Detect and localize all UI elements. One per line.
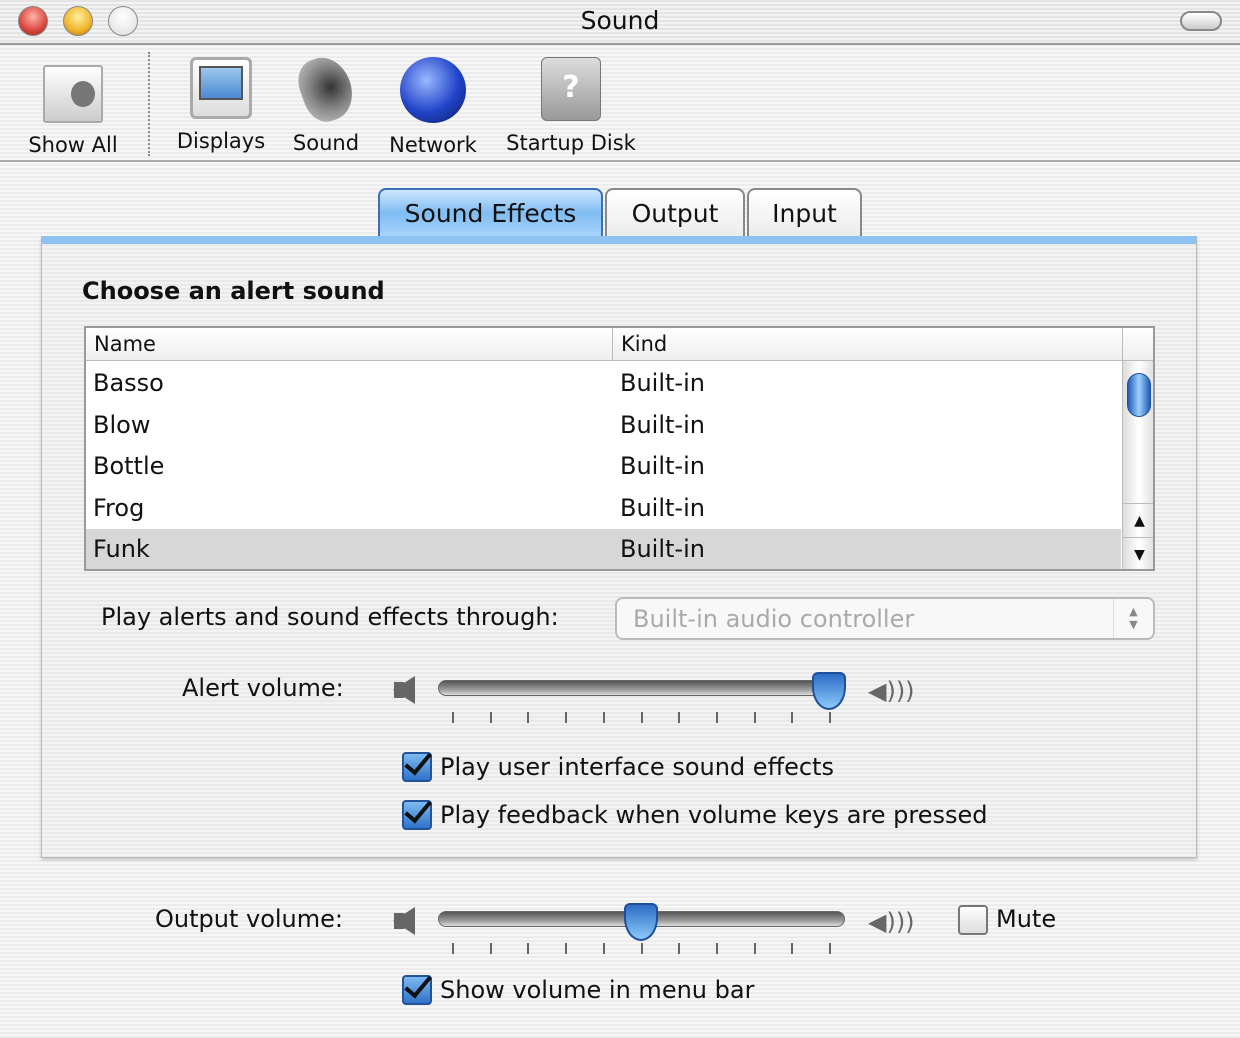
slider-tick (527, 712, 530, 723)
slider-tick (829, 712, 831, 723)
slider-thumb[interactable] (623, 903, 658, 941)
alert-volume-slider[interactable]: ◀))) (390, 664, 930, 726)
slider-tick (640, 712, 643, 723)
mute-checkbox[interactable] (958, 905, 988, 935)
toolbar-label: Sound (292, 131, 360, 155)
toolbar-toggle-button[interactable] (1180, 11, 1222, 31)
window-title: Sound (580, 6, 660, 35)
slider-thumb[interactable] (812, 672, 846, 710)
tab-sound-effects[interactable]: Sound Effects (378, 188, 603, 236)
toolbar-separator (148, 52, 150, 156)
apple-switch-icon (43, 65, 103, 123)
feedback-checkbox[interactable] (402, 800, 432, 830)
popup-arrows-icon: ▲ ▼ (1113, 599, 1153, 638)
slider-tick (565, 943, 568, 954)
sound-kind: Built-in (620, 452, 705, 480)
slider-tick (678, 712, 681, 723)
slider-tick (489, 943, 492, 954)
column-header-corner (1122, 328, 1153, 361)
slider-tick (565, 712, 568, 723)
ui-effects-label: Play user interface sound effects (440, 753, 834, 781)
speaker-icon (291, 50, 361, 128)
toolbar-startup-disk[interactable]: ? Startup Disk (498, 57, 644, 155)
sound-name: Bottle (93, 452, 165, 480)
output-volume-label: Output volume: (155, 905, 343, 933)
table-row-selected[interactable]: Funk Built-in (86, 529, 1121, 569)
toolbar-network[interactable]: Network (380, 57, 486, 157)
vertical-scrollbar[interactable]: ▲ ▼ (1122, 361, 1153, 569)
slider-tick (715, 712, 718, 723)
slider-track (438, 680, 845, 696)
slider-tick (602, 943, 605, 954)
slider-tick (489, 712, 492, 723)
slider-tick (791, 712, 794, 723)
toolbar-sound[interactable]: Sound (284, 50, 368, 155)
sound-name: Frog (93, 493, 145, 522)
show-volume-menu-label: Show volume in menu bar (440, 976, 755, 1004)
feedback-label: Play feedback when volume keys are press… (440, 801, 988, 829)
mute-label: Mute (996, 905, 1057, 933)
slider-tick (452, 943, 454, 954)
display-icon (190, 57, 252, 119)
sound-name: Basso (93, 369, 164, 397)
slider-tick (791, 943, 794, 954)
toolbar-label: Network (389, 133, 477, 157)
speaker-low-icon (394, 682, 404, 698)
alert-volume-label: Alert volume: (182, 674, 344, 702)
tab-input[interactable]: Input (747, 188, 862, 236)
slider-tick (753, 943, 756, 954)
slider-tick (753, 712, 756, 723)
slider-tick (678, 943, 681, 954)
sound-kind: Built-in (620, 493, 705, 522)
hard-disk-icon: ? (541, 57, 601, 121)
slider-tick (602, 712, 605, 723)
ui-effects-checkbox[interactable] (402, 752, 432, 782)
speaker-high-icon: ◀))) (868, 908, 915, 936)
sound-kind: Built-in (620, 410, 705, 439)
table-row[interactable]: Basso Built-in (86, 363, 1121, 405)
column-header-kind[interactable]: Kind (613, 328, 1122, 361)
toolbar-show-all[interactable]: Show All (20, 57, 126, 157)
toolbar-label: Show All (28, 133, 118, 157)
section-heading: Choose an alert sound (82, 277, 385, 305)
column-header-name[interactable]: Name (86, 328, 613, 361)
slider-tick (527, 943, 530, 954)
sound-name: Funk (93, 535, 150, 563)
table-row[interactable]: Blow Built-in (86, 405, 1121, 447)
globe-icon (400, 57, 466, 123)
play-through-popup[interactable]: Built-in audio controller ▲ ▼ (615, 597, 1155, 640)
scroll-up-arrow-icon[interactable]: ▲ (1123, 503, 1153, 537)
play-through-label: Play alerts and sound effects through: (101, 603, 559, 631)
table-row[interactable]: Frog Built-in (86, 488, 1121, 530)
alert-sound-table: Name Kind Basso Built-in Blow Built-in Bot… (84, 326, 1155, 571)
scroll-thumb[interactable] (1127, 373, 1151, 417)
slider-tick (640, 943, 643, 954)
popup-value: Built-in audio controller (633, 605, 915, 633)
speaker-low-icon (394, 913, 404, 929)
sound-kind: Built-in (620, 535, 705, 563)
sound-name: Blow (93, 410, 151, 439)
show-volume-menu-checkbox[interactable] (402, 975, 432, 1005)
tab-output[interactable]: Output (605, 188, 745, 236)
table-row[interactable]: Bottle Built-in (86, 446, 1121, 488)
toolbar-label: Displays (176, 129, 266, 153)
slider-tick (715, 943, 718, 954)
scroll-down-arrow-icon[interactable]: ▼ (1123, 537, 1153, 569)
slider-tick (452, 712, 454, 723)
sound-kind: Built-in (620, 369, 705, 397)
slider-tick (829, 943, 831, 954)
output-volume-slider[interactable]: ◀))) (390, 895, 930, 957)
speaker-high-icon: ◀))) (868, 677, 915, 705)
toolbar-label: Startup Disk (506, 131, 636, 155)
toolbar-displays[interactable]: Displays (168, 57, 274, 153)
